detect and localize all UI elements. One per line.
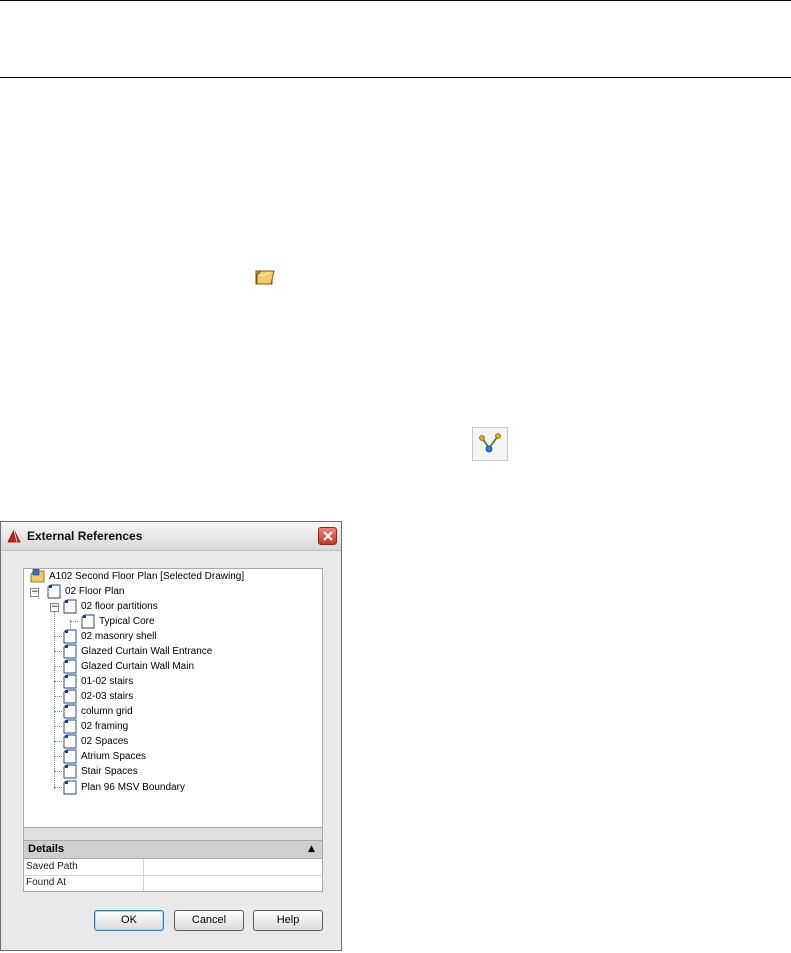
xref-tree[interactable]: A102 Second Floor Plan [Selected Drawing…: [23, 568, 323, 828]
xref-file-icon: [63, 764, 77, 779]
property-value: [145, 875, 322, 891]
tree-line: [54, 756, 62, 757]
tree-item-label: Atrium Spaces: [81, 751, 147, 762]
tree-item-label: Typical Core: [99, 616, 155, 627]
tree-item-label: 02 floor partitions: [81, 601, 158, 612]
xref-file-icon: [63, 644, 77, 659]
xref-file-icon: [63, 599, 77, 614]
xref-file-icon: [63, 749, 77, 764]
xref-file-icon: [63, 689, 77, 704]
xref-file-icon: [63, 734, 77, 749]
autocad-logo-icon: [6, 528, 22, 544]
tree-line: [54, 741, 62, 742]
top-rule: [0, 0, 791, 1]
cancel-button[interactable]: Cancel: [174, 910, 244, 931]
tree-line: [70, 621, 78, 622]
ok-button[interactable]: OK: [94, 910, 164, 931]
tree-item-label: 01-02 stairs: [81, 676, 134, 687]
path-tool-button[interactable]: [472, 427, 508, 461]
collapse-toggle[interactable]: −: [30, 588, 39, 597]
collapse-toggle[interactable]: −: [50, 603, 59, 612]
property-row-saved-path: Saved Path: [24, 859, 322, 876]
header-rule: [0, 77, 791, 78]
tree-line: [54, 696, 62, 697]
tree-item-label: 02 framing: [81, 721, 129, 732]
tree-root-label: A102 Second Floor Plan [Selected Drawing…: [49, 571, 245, 582]
dialog-title: External References: [27, 529, 143, 543]
details-panel: Details ▲ Saved Path Found At: [23, 840, 323, 892]
tree-line: [54, 771, 62, 772]
tree-line: [54, 605, 55, 789]
tree-line: [54, 666, 62, 667]
help-button[interactable]: Help: [253, 910, 323, 931]
property-key: Found At: [24, 875, 144, 891]
tree-item-label: 02-03 stairs: [81, 691, 134, 702]
xref-file-icon: [63, 780, 77, 795]
tree-item-label: 02 Floor Plan: [65, 586, 125, 597]
tree-item-label: column grid: [81, 706, 133, 717]
tree-item-label: Glazed Curtain Wall Entrance: [81, 646, 213, 657]
tree-line: [54, 636, 62, 637]
details-header[interactable]: Details ▲: [24, 841, 322, 859]
external-references-dialog: External References A102 Second Floor Pl…: [0, 521, 342, 951]
property-value: [145, 859, 322, 875]
dialog-titlebar[interactable]: External References: [1, 522, 341, 551]
details-title: Details: [28, 843, 65, 855]
collapse-up-icon[interactable]: ▲: [308, 844, 315, 854]
tree-line: [54, 787, 62, 788]
xref-file-icon: [63, 719, 77, 734]
xref-file-icon: [63, 629, 77, 644]
tree-horizontal-scroll-area[interactable]: [23, 828, 323, 840]
xref-file-icon: [81, 614, 95, 629]
tree-line: [54, 726, 62, 727]
path-nodes-icon: [479, 433, 501, 453]
xref-file-icon: [63, 674, 77, 689]
tree-line: [54, 711, 62, 712]
drawing-root-icon: [30, 569, 45, 583]
xref-file-icon: [63, 659, 77, 674]
tree-line: [54, 651, 62, 652]
tree-item-label: 02 Spaces: [81, 736, 129, 747]
xref-file-icon: [63, 704, 77, 719]
open-folder-icon[interactable]: [255, 267, 275, 287]
property-row-found-at: Found At: [24, 875, 322, 891]
tree-item-label: Stair Spaces: [81, 766, 138, 777]
tree-item-label: Plan 96 MSV Boundary: [81, 782, 185, 793]
close-button[interactable]: [318, 527, 337, 545]
tree-item-label: Glazed Curtain Wall Main: [81, 661, 195, 672]
close-icon: [323, 531, 333, 541]
property-key: Saved Path: [24, 859, 144, 875]
xref-file-icon: [47, 584, 61, 599]
tree-line: [54, 681, 62, 682]
tree-item-label: 02 masonry shell: [81, 631, 157, 642]
